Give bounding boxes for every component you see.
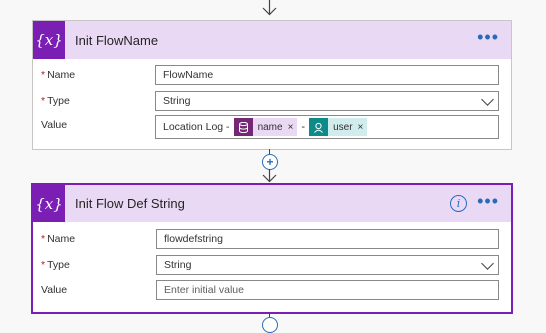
name-row: * Name FlowName <box>33 65 511 87</box>
remove-token-icon[interactable]: × <box>355 118 368 136</box>
connector-arrow-icon <box>262 0 277 16</box>
name-label: * Name <box>41 69 76 81</box>
name-label: * Name <box>41 233 76 245</box>
type-dropdown[interactable]: String <box>156 255 499 275</box>
type-label: * Type <box>41 95 70 107</box>
dynamic-token-user[interactable]: user × <box>309 118 368 136</box>
type-dropdown[interactable]: String <box>155 91 499 111</box>
type-row: * Type String <box>33 255 511 277</box>
user-icon <box>309 118 329 136</box>
info-icon[interactable]: i <box>450 195 467 212</box>
value-label: Value <box>41 284 68 296</box>
chevron-down-icon <box>481 257 494 270</box>
separator-text: - <box>301 121 306 133</box>
card-header[interactable]: {x} Init FlowName ••• <box>33 21 511 59</box>
value-row: Value Location Log - name × - user × <box>33 115 511 139</box>
card-header[interactable]: {x} Init Flow Def String i ••• <box>33 185 511 222</box>
value-label: Value <box>41 119 68 131</box>
remove-token-icon[interactable]: × <box>285 118 298 136</box>
variable-icon: {x} <box>33 21 65 59</box>
card-title: Init Flow Def String <box>75 196 185 211</box>
database-icon <box>233 118 253 136</box>
more-options-button[interactable]: ••• <box>477 28 499 46</box>
dynamic-token-name[interactable]: name × <box>233 118 298 136</box>
connector-arrow-icon <box>262 169 277 183</box>
chevron-down-icon <box>481 93 494 106</box>
more-options-button[interactable]: ••• <box>477 192 499 210</box>
card-title: Init FlowName <box>75 32 159 48</box>
value-field[interactable]: Location Log - name × - user × <box>155 115 499 139</box>
name-field[interactable]: flowdefstring <box>156 229 499 249</box>
action-card-init-flow-def-string[interactable]: {x} Init Flow Def String i ••• * Name flo… <box>31 183 513 314</box>
type-label: * Type <box>41 259 70 271</box>
add-step-button[interactable]: + <box>262 154 278 170</box>
variable-icon: {x} <box>33 185 65 222</box>
value-field[interactable]: Enter initial value <box>156 280 499 300</box>
action-card-init-flowname[interactable]: {x} Init FlowName ••• * Name FlowName * Ty… <box>32 20 512 150</box>
name-field[interactable]: FlowName <box>155 65 499 85</box>
value-row: Value Enter initial value <box>33 280 511 302</box>
type-row: * Type String <box>33 91 511 113</box>
add-step-button[interactable] <box>262 317 278 333</box>
name-row: * Name flowdefstring <box>33 229 511 251</box>
